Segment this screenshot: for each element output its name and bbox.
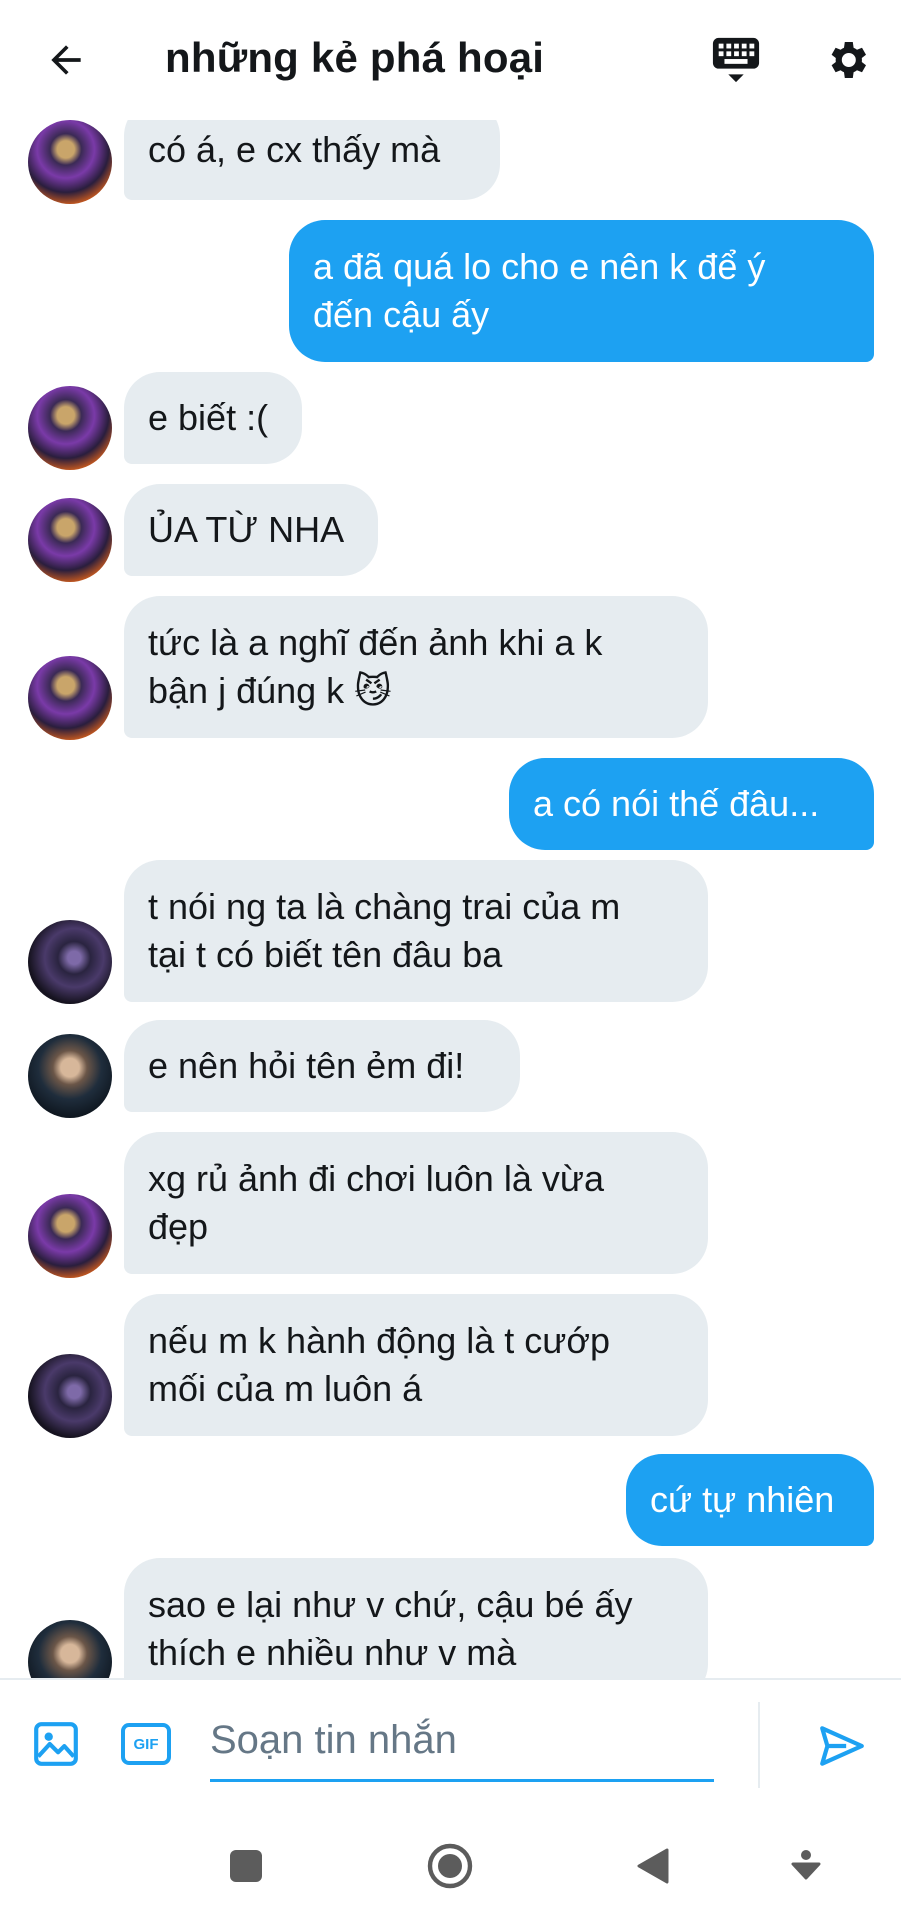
send-button[interactable] xyxy=(810,1714,874,1778)
arrow-left-icon xyxy=(51,45,81,75)
compose-message-input[interactable] xyxy=(210,1702,714,1782)
message-text: ỦA TỪ NHA xyxy=(148,509,345,550)
square-icon xyxy=(230,1850,262,1882)
avatar[interactable] xyxy=(28,1194,112,1278)
avatar[interactable] xyxy=(28,386,112,470)
back-button[interactable] xyxy=(36,30,96,90)
conversation-header: những kẻ phá hoại xyxy=(0,0,901,120)
keyboard-icon xyxy=(712,37,760,83)
message-text: cứ tự nhiên xyxy=(650,1479,835,1520)
message-text: sao e lại như v chứ, cậu bé ấy thích e n… xyxy=(148,1584,633,1673)
message-bubble-outgoing[interactable]: cứ tự nhiên xyxy=(626,1454,874,1546)
down-arrow-icon xyxy=(791,1850,821,1880)
gear-icon xyxy=(831,42,866,78)
message-text: e biết :( xyxy=(148,397,269,438)
message-bubble-incoming[interactable]: có á, e cx thấy mà xyxy=(124,120,500,200)
keyboard-button[interactable] xyxy=(704,28,768,92)
circle-home-icon xyxy=(427,1843,473,1889)
avatar[interactable] xyxy=(28,498,112,582)
message-text: e nên hỏi tên ẻm đi! xyxy=(148,1045,465,1086)
message-text: xg rủ ảnh đi chơi luôn là vừa đẹp xyxy=(148,1158,604,1247)
message-bubble-incoming[interactable]: e nên hỏi tên ẻm đi! xyxy=(124,1020,520,1112)
message-composer: GIF xyxy=(0,1678,901,1808)
avatar[interactable] xyxy=(28,920,112,1004)
avatar[interactable] xyxy=(28,1620,112,1678)
message-bubble-incoming[interactable]: e biết :( xyxy=(124,372,302,464)
message-bubble-incoming[interactable]: ỦA TỪ NHA xyxy=(124,484,378,576)
message-bubble-incoming[interactable]: tức là a nghĩ đến ảnh khi a k bận j đúng… xyxy=(124,596,708,738)
image-icon xyxy=(34,1722,78,1766)
message-bubble-incoming[interactable]: t nói ng ta là chàng trai của m tại t có… xyxy=(124,860,708,1002)
message-bubble-incoming[interactable]: xg rủ ảnh đi chơi luôn là vừa đẹp xyxy=(124,1132,708,1274)
avatar[interactable] xyxy=(28,656,112,740)
system-navigation-bar xyxy=(0,1808,901,1920)
settings-button[interactable] xyxy=(815,28,879,92)
message-text: a đã quá lo cho e nên k để ý đến cậu ấy xyxy=(313,246,766,335)
message-text: t nói ng ta là chàng trai của m tại t có… xyxy=(148,886,621,975)
system-back-button[interactable] xyxy=(622,1836,682,1896)
triangle-back-icon xyxy=(637,1848,669,1884)
message-text: nếu m k hành động là t cướp mối của m lu… xyxy=(148,1320,610,1409)
dm-screen: những kẻ phá hoại có á, e cx thấy mà a đ… xyxy=(0,0,901,1920)
gif-label: GIF xyxy=(133,1735,159,1753)
message-bubble-incoming[interactable]: sao e lại như v chứ, cậu bé ấy thích e n… xyxy=(124,1558,708,1678)
composer-divider xyxy=(758,1702,760,1788)
message-bubble-outgoing[interactable]: a đã quá lo cho e nên k để ý đến cậu ấy xyxy=(289,220,874,362)
message-text: có á, e cx thấy mà xyxy=(148,129,441,170)
avatar[interactable] xyxy=(28,120,112,204)
message-bubble-outgoing[interactable]: a có nói thế đâu... xyxy=(509,758,874,850)
conversation-title: những kẻ phá hoại xyxy=(165,34,545,81)
gif-button[interactable]: GIF xyxy=(118,1716,174,1772)
home-button[interactable] xyxy=(420,1836,480,1896)
add-image-button[interactable] xyxy=(28,1716,84,1772)
recents-button[interactable] xyxy=(216,1836,276,1896)
message-list[interactable]: có á, e cx thấy mà a đã quá lo cho e nên… xyxy=(0,120,901,1678)
message-text: a có nói thế đâu... xyxy=(533,783,820,824)
message-text: tức là a nghĩ đến ảnh khi a k bận j đúng… xyxy=(148,622,603,711)
send-icon xyxy=(820,1726,864,1766)
message-bubble-incoming[interactable]: nếu m k hành động là t cướp mối của m lu… xyxy=(124,1294,708,1436)
avatar[interactable] xyxy=(28,1034,112,1118)
avatar[interactable] xyxy=(28,1354,112,1438)
system-menu-button[interactable] xyxy=(776,1836,836,1896)
